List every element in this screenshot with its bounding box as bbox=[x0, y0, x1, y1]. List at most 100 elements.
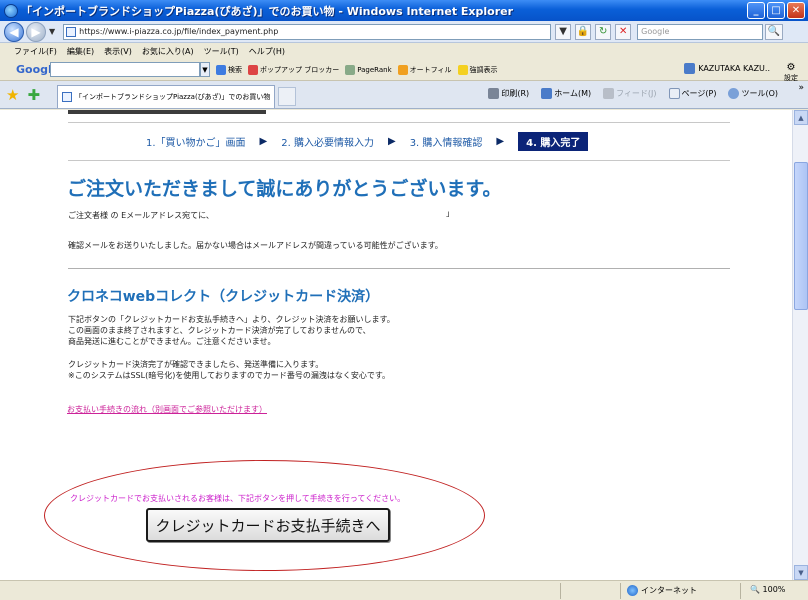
step-arrow-icon: ▶ bbox=[387, 136, 396, 147]
search-icon[interactable]: 🔍 bbox=[765, 23, 784, 40]
menu-edit[interactable]: 編集(E) bbox=[67, 46, 94, 57]
credit-card-notice: クレジットカードでお支払いされるお客様は、下記ボタンを押して手続きを行ってくださ… bbox=[70, 494, 406, 503]
user-icon bbox=[684, 63, 696, 74]
gear-icon bbox=[728, 88, 740, 99]
window-title: 「インポートブランドショップPiazza(ぴあざ)」でのお買い物 - Windo… bbox=[21, 4, 514, 18]
step-cart: 1.「買い物かご」画面 bbox=[146, 138, 246, 149]
popup-blocker-icon bbox=[248, 64, 258, 75]
url-input[interactable]: https://www.i-piazza.co.jp/file/index_pa… bbox=[63, 23, 552, 40]
status-separator bbox=[620, 583, 621, 599]
scroll-thumb[interactable] bbox=[794, 162, 808, 310]
google-settings-button[interactable]: ⚙ 設定 bbox=[780, 62, 802, 83]
google-account[interactable]: KAZUTAKA KAZU.. bbox=[684, 63, 770, 74]
highlight-label: 強調表示 bbox=[469, 65, 498, 74]
email-sent-line: ご注文者様 の Eメールアドレス宛てに、 bbox=[68, 211, 214, 220]
history-dropdown-icon[interactable]: ▼ bbox=[49, 27, 55, 36]
refresh-button[interactable]: ↻ bbox=[595, 23, 612, 40]
menu-help[interactable]: ヘルプ(H) bbox=[249, 46, 285, 57]
step-arrow-icon: ▶ bbox=[259, 136, 268, 147]
close-button[interactable]: ✕ bbox=[787, 2, 805, 19]
divider bbox=[68, 160, 730, 161]
credit-card-payment-button[interactable]: クレジットカードお支払手続きへ bbox=[146, 508, 390, 542]
status-separator bbox=[560, 583, 561, 599]
lock-icon[interactable]: 🔒 bbox=[575, 23, 592, 40]
menu-bar: ファイル(F) 編集(E) 表示(V) お気に入り(A) ツール(T) ヘルプ(… bbox=[0, 44, 808, 59]
header-image-strip bbox=[68, 110, 266, 114]
confirm-mail-line: 確認メールをお送りいたしました。届かない場合はメールアドレスが間違っている可能性… bbox=[68, 241, 443, 250]
menu-file[interactable]: ファイル(F) bbox=[14, 46, 57, 57]
feeds-button[interactable]: フィード(J) bbox=[603, 88, 657, 99]
shipping-note-line: クレジットカード決済完了が確認できましたら、発送準備に入ります。 bbox=[68, 360, 324, 369]
email-sent-suffix: 」 bbox=[446, 209, 454, 218]
status-bar: インターネット 🔍 100% bbox=[0, 580, 808, 600]
instruction-line: 下記ボタンの「クレジットカードお支払手続きへ」より、クレジット決済をお願いします… bbox=[68, 315, 395, 324]
status-separator bbox=[740, 583, 741, 599]
menu-view[interactable]: 表示(V) bbox=[104, 46, 132, 57]
page-menu-icon bbox=[668, 88, 680, 99]
active-tab[interactable]: 「インポートブランドショップPiazza(ぴあざ)」でのお買い物 bbox=[57, 85, 275, 108]
step-info-input: 2. 購入必要情報入力 bbox=[281, 138, 374, 149]
feeds-label: フィード(J) bbox=[616, 89, 657, 98]
kuroneko-section-heading: クロネコwebコレクト（クレジットカード決済） bbox=[67, 289, 380, 305]
popup-blocker-button[interactable]: ポップアップ ブロッカー bbox=[248, 64, 339, 75]
highlight-button[interactable]: 強調表示 bbox=[457, 64, 498, 75]
google-icon bbox=[216, 64, 226, 75]
tab-title: 「インポートブランドショップPiazza(ぴあざ)」でのお買い物 bbox=[75, 93, 271, 101]
payment-flow-link[interactable]: お支払い手続きの流れ（別画面でご参照いただけます） bbox=[67, 404, 267, 415]
step-arrow-icon: ▶ bbox=[496, 136, 505, 147]
pagerank-button[interactable]: PageRank bbox=[345, 64, 392, 75]
new-tab-button[interactable] bbox=[278, 87, 296, 106]
window-titlebar: 「インポートブランドショップPiazza(ぴあざ)」でのお買い物 - Windo… bbox=[0, 0, 808, 21]
home-button[interactable]: ホーム(M) bbox=[541, 88, 591, 99]
print-label: 印刷(R) bbox=[501, 89, 530, 98]
tab-bar: ★ ✚ 「インポートブランドショップPiazza(ぴあざ)」でのお買い物 印刷(… bbox=[0, 81, 808, 109]
back-button[interactable]: ◀ bbox=[4, 21, 24, 42]
divider bbox=[68, 122, 730, 123]
chevron-icon[interactable]: » bbox=[798, 83, 804, 93]
zoom-level[interactable]: 🔍 100% bbox=[750, 585, 785, 594]
zone-label: インターネット bbox=[641, 586, 697, 595]
tools-button[interactable]: ツール(O) bbox=[728, 88, 778, 99]
page-label: ページ(P) bbox=[681, 89, 717, 98]
vertical-scrollbar[interactable]: ▲ ▼ bbox=[792, 110, 808, 580]
favorites-center-icon[interactable]: ★ bbox=[6, 86, 19, 104]
url-dropdown-icon[interactable]: ▼ bbox=[555, 23, 572, 40]
google-search-button[interactable]: 検索 bbox=[216, 64, 242, 75]
thanks-heading: ご注文いただきまして誠にありがとうございます。 bbox=[67, 178, 502, 200]
scroll-down-icon[interactable]: ▼ bbox=[794, 565, 808, 580]
google-search-input[interactable] bbox=[50, 62, 200, 77]
autofill-button[interactable]: オートフィル bbox=[397, 64, 452, 75]
step-confirm: 3. 購入情報確認 bbox=[409, 138, 483, 149]
page-icon bbox=[66, 26, 77, 37]
printer-icon bbox=[488, 88, 500, 99]
print-button[interactable]: 印刷(R) bbox=[488, 88, 529, 99]
minimize-button[interactable]: _ bbox=[747, 2, 765, 19]
google-logo: Google bbox=[16, 63, 60, 76]
google-toolbar: Google ▼ 検索 ポップアップ ブロッカー PageRank オートフィル… bbox=[0, 59, 808, 83]
tab-favicon-icon bbox=[62, 92, 72, 102]
add-favorites-icon[interactable]: ✚ bbox=[27, 86, 40, 104]
google-dropdown-icon[interactable]: ▼ bbox=[200, 62, 210, 77]
command-bar: 印刷(R) ホーム(M) フィード(J) ページ(P) ツール(O) bbox=[488, 88, 778, 99]
forward-button[interactable]: ▶ bbox=[26, 21, 46, 42]
step-complete: 4. 購入完了 bbox=[518, 132, 589, 151]
ie-icon bbox=[4, 3, 18, 18]
menu-tools[interactable]: ツール(T) bbox=[204, 46, 239, 57]
security-zone[interactable]: インターネット bbox=[627, 585, 697, 596]
pagerank-label: PageRank bbox=[357, 65, 392, 74]
divider bbox=[68, 268, 730, 269]
page-button[interactable]: ページ(P) bbox=[668, 88, 717, 99]
instruction-line: この画面のまま終了されますと、クレジットカード決済が完了しておりませんので、 bbox=[68, 326, 371, 335]
wrench-icon: ⚙ bbox=[786, 62, 796, 73]
stop-button[interactable]: ✕ bbox=[615, 23, 632, 40]
globe-icon bbox=[627, 585, 638, 596]
maximize-button[interactable]: □ bbox=[767, 2, 785, 19]
google-search-label: 検索 bbox=[228, 65, 242, 74]
menu-favorites[interactable]: お気に入り(A) bbox=[142, 46, 194, 57]
scroll-up-icon[interactable]: ▲ bbox=[794, 110, 808, 125]
autofill-label: オートフィル bbox=[409, 65, 452, 74]
window-controls: _ □ ✕ bbox=[747, 2, 805, 19]
search-input[interactable]: Google bbox=[637, 23, 764, 40]
zoom-value: 100% bbox=[762, 585, 786, 594]
autofill-icon bbox=[397, 64, 408, 75]
